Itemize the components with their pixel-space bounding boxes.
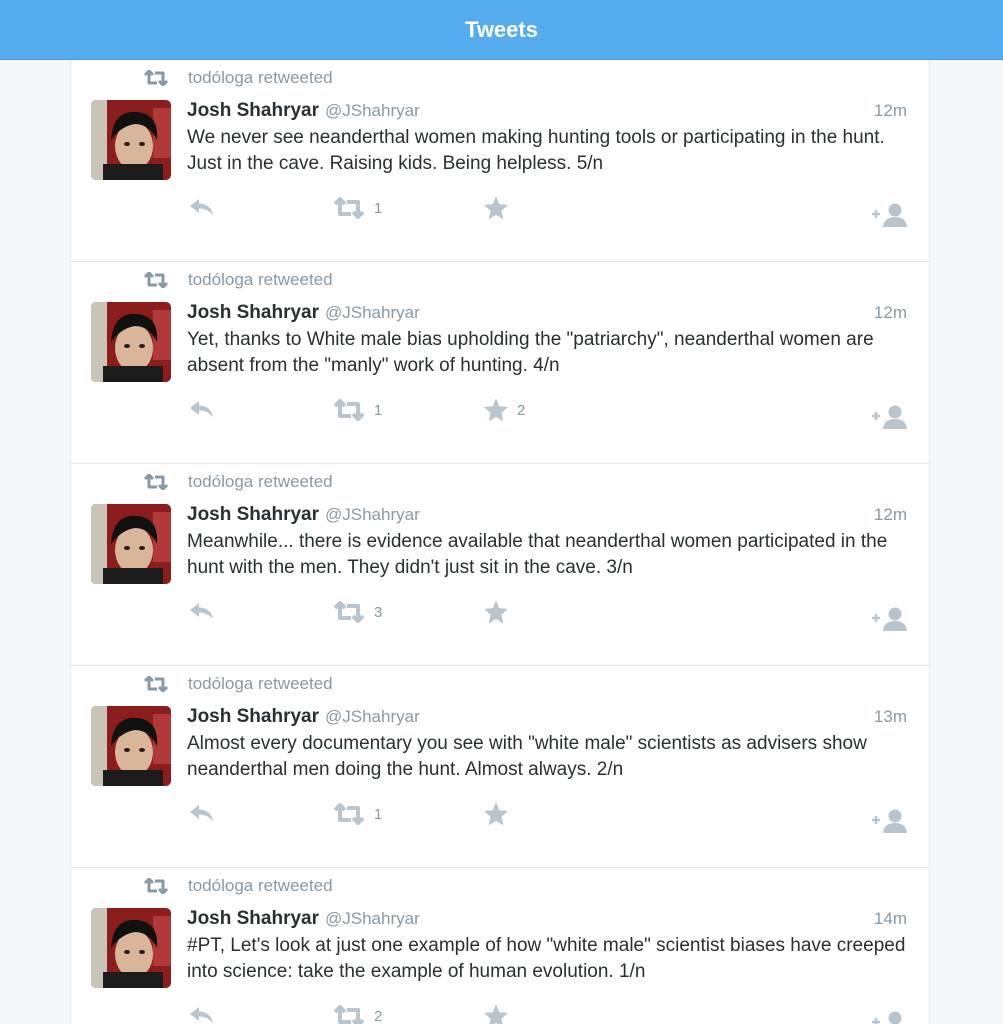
favorite-button[interactable] [483, 1003, 517, 1024]
retweet-context: todóloga retweeted [143, 67, 333, 89]
retweet-count: 3 [374, 603, 383, 621]
avatar[interactable] [91, 504, 171, 584]
star-icon [484, 398, 508, 422]
add-user-icon [872, 203, 907, 227]
retweet-context-label[interactable]: todóloga retweeted [188, 68, 333, 88]
retweet-context-icon [143, 878, 169, 894]
reply-button[interactable] [189, 804, 215, 822]
retweet-count: 1 [374, 805, 383, 823]
retweet-count: 1 [374, 401, 383, 419]
reply-button[interactable] [189, 400, 215, 418]
retweet-context: todóloga retweeted [143, 269, 333, 291]
timestamp[interactable]: 12m [874, 505, 907, 525]
author-handle[interactable]: @JShahryar [325, 707, 420, 727]
follow-button[interactable] [871, 1010, 909, 1024]
favorite-button[interactable] [483, 801, 517, 827]
author-handle[interactable]: @JShahryar [325, 505, 420, 525]
retweet-context-label[interactable]: todóloga retweeted [188, 270, 333, 290]
retweet-button[interactable]: 1 [333, 399, 382, 421]
retweet-context-icon [143, 676, 169, 692]
follow-button[interactable] [871, 606, 909, 632]
favorite-button[interactable] [483, 195, 517, 221]
reply-button[interactable] [189, 1006, 215, 1024]
retweet-icon [333, 601, 365, 623]
tweet[interactable]: todóloga retweeted Josh Shahryar @JShahr… [71, 868, 929, 1024]
add-user-icon [872, 607, 907, 631]
author-name[interactable]: Josh Shahryar [187, 302, 319, 324]
author-handle[interactable]: @JShahryar [325, 101, 420, 121]
page-title: Tweets [465, 16, 538, 42]
tweet-timeline[interactable]: todóloga retweeted Josh Shahryar @JShahr… [70, 60, 930, 1024]
tweet[interactable]: todóloga retweeted Josh Shahryar @JShahr… [71, 666, 929, 868]
author-handle[interactable]: @JShahryar [325, 303, 420, 323]
favorite-count: 2 [517, 401, 526, 419]
tweet[interactable]: todóloga retweeted Josh Shahryar @JShahr… [71, 262, 929, 464]
tweet-actions: 3 [187, 598, 909, 631]
retweet-count: 1 [374, 199, 383, 217]
tweet-text: Yet, thanks to White male bias upholding… [187, 329, 874, 376]
retweet-button[interactable]: 1 [333, 803, 382, 825]
star-icon [484, 1004, 508, 1024]
tweet-text: We never see neanderthal women making hu… [187, 127, 885, 174]
reply-icon [190, 603, 213, 619]
timestamp[interactable]: 13m [874, 707, 907, 727]
star-icon [484, 196, 508, 220]
favorite-button[interactable]: 2 [483, 397, 525, 423]
add-user-icon [872, 405, 907, 429]
retweet-context: todóloga retweeted [143, 875, 333, 897]
retweet-count: 2 [374, 1007, 383, 1024]
tweet-actions: 1 2 [187, 396, 909, 429]
reply-icon [190, 401, 213, 417]
timestamp[interactable]: 12m [874, 303, 907, 323]
tweet-actions: 2 [187, 1002, 909, 1024]
follow-button[interactable] [871, 404, 909, 430]
reply-button[interactable] [189, 198, 215, 216]
reply-icon [190, 1007, 213, 1023]
retweet-icon [333, 1005, 365, 1024]
header-bar: Tweets [0, 0, 1003, 60]
avatar[interactable] [91, 908, 171, 988]
author-name[interactable]: Josh Shahryar [187, 504, 319, 526]
tweet-text: Meanwhile... there is evidence available… [187, 531, 888, 578]
retweet-icon [333, 803, 365, 825]
tweet-text: #PT, Let's look at just one example of h… [187, 935, 906, 982]
retweet-button[interactable]: 1 [333, 197, 382, 219]
retweet-context-label[interactable]: todóloga retweeted [188, 674, 333, 694]
tweet-text: Almost every documentary you see with "w… [187, 733, 867, 780]
tweet[interactable]: todóloga retweeted Josh Shahryar @JShahr… [71, 60, 929, 262]
follow-button[interactable] [871, 202, 909, 228]
retweet-context-icon [143, 474, 169, 490]
avatar[interactable] [91, 302, 171, 382]
retweet-icon [333, 197, 365, 219]
author-handle[interactable]: @JShahryar [325, 909, 420, 929]
favorite-button[interactable] [483, 599, 517, 625]
reply-icon [190, 199, 213, 215]
follow-button[interactable] [871, 808, 909, 834]
retweet-button[interactable]: 3 [333, 601, 382, 623]
retweet-icon [333, 399, 365, 421]
star-icon [484, 600, 508, 624]
tweet-actions: 1 [187, 194, 909, 227]
retweet-context: todóloga retweeted [143, 673, 333, 695]
star-icon [484, 802, 508, 826]
add-user-icon [872, 809, 907, 833]
retweet-button[interactable]: 2 [333, 1005, 382, 1024]
retweet-context: todóloga retweeted [143, 471, 333, 493]
avatar[interactable] [91, 706, 171, 786]
retweet-context-label[interactable]: todóloga retweeted [188, 876, 333, 896]
timestamp[interactable]: 12m [874, 101, 907, 121]
reply-button[interactable] [189, 602, 215, 620]
retweet-context-icon [143, 70, 169, 86]
retweet-context-icon [143, 272, 169, 288]
avatar[interactable] [91, 100, 171, 180]
tweet[interactable]: todóloga retweeted Josh Shahryar @JShahr… [71, 464, 929, 666]
add-user-icon [872, 1011, 902, 1024]
author-name[interactable]: Josh Shahryar [187, 706, 319, 728]
author-name[interactable]: Josh Shahryar [187, 908, 319, 930]
retweet-context-label[interactable]: todóloga retweeted [188, 472, 333, 492]
author-name[interactable]: Josh Shahryar [187, 100, 319, 122]
reply-icon [190, 805, 213, 821]
tweet-actions: 1 [187, 800, 909, 833]
timestamp[interactable]: 14m [874, 909, 907, 929]
